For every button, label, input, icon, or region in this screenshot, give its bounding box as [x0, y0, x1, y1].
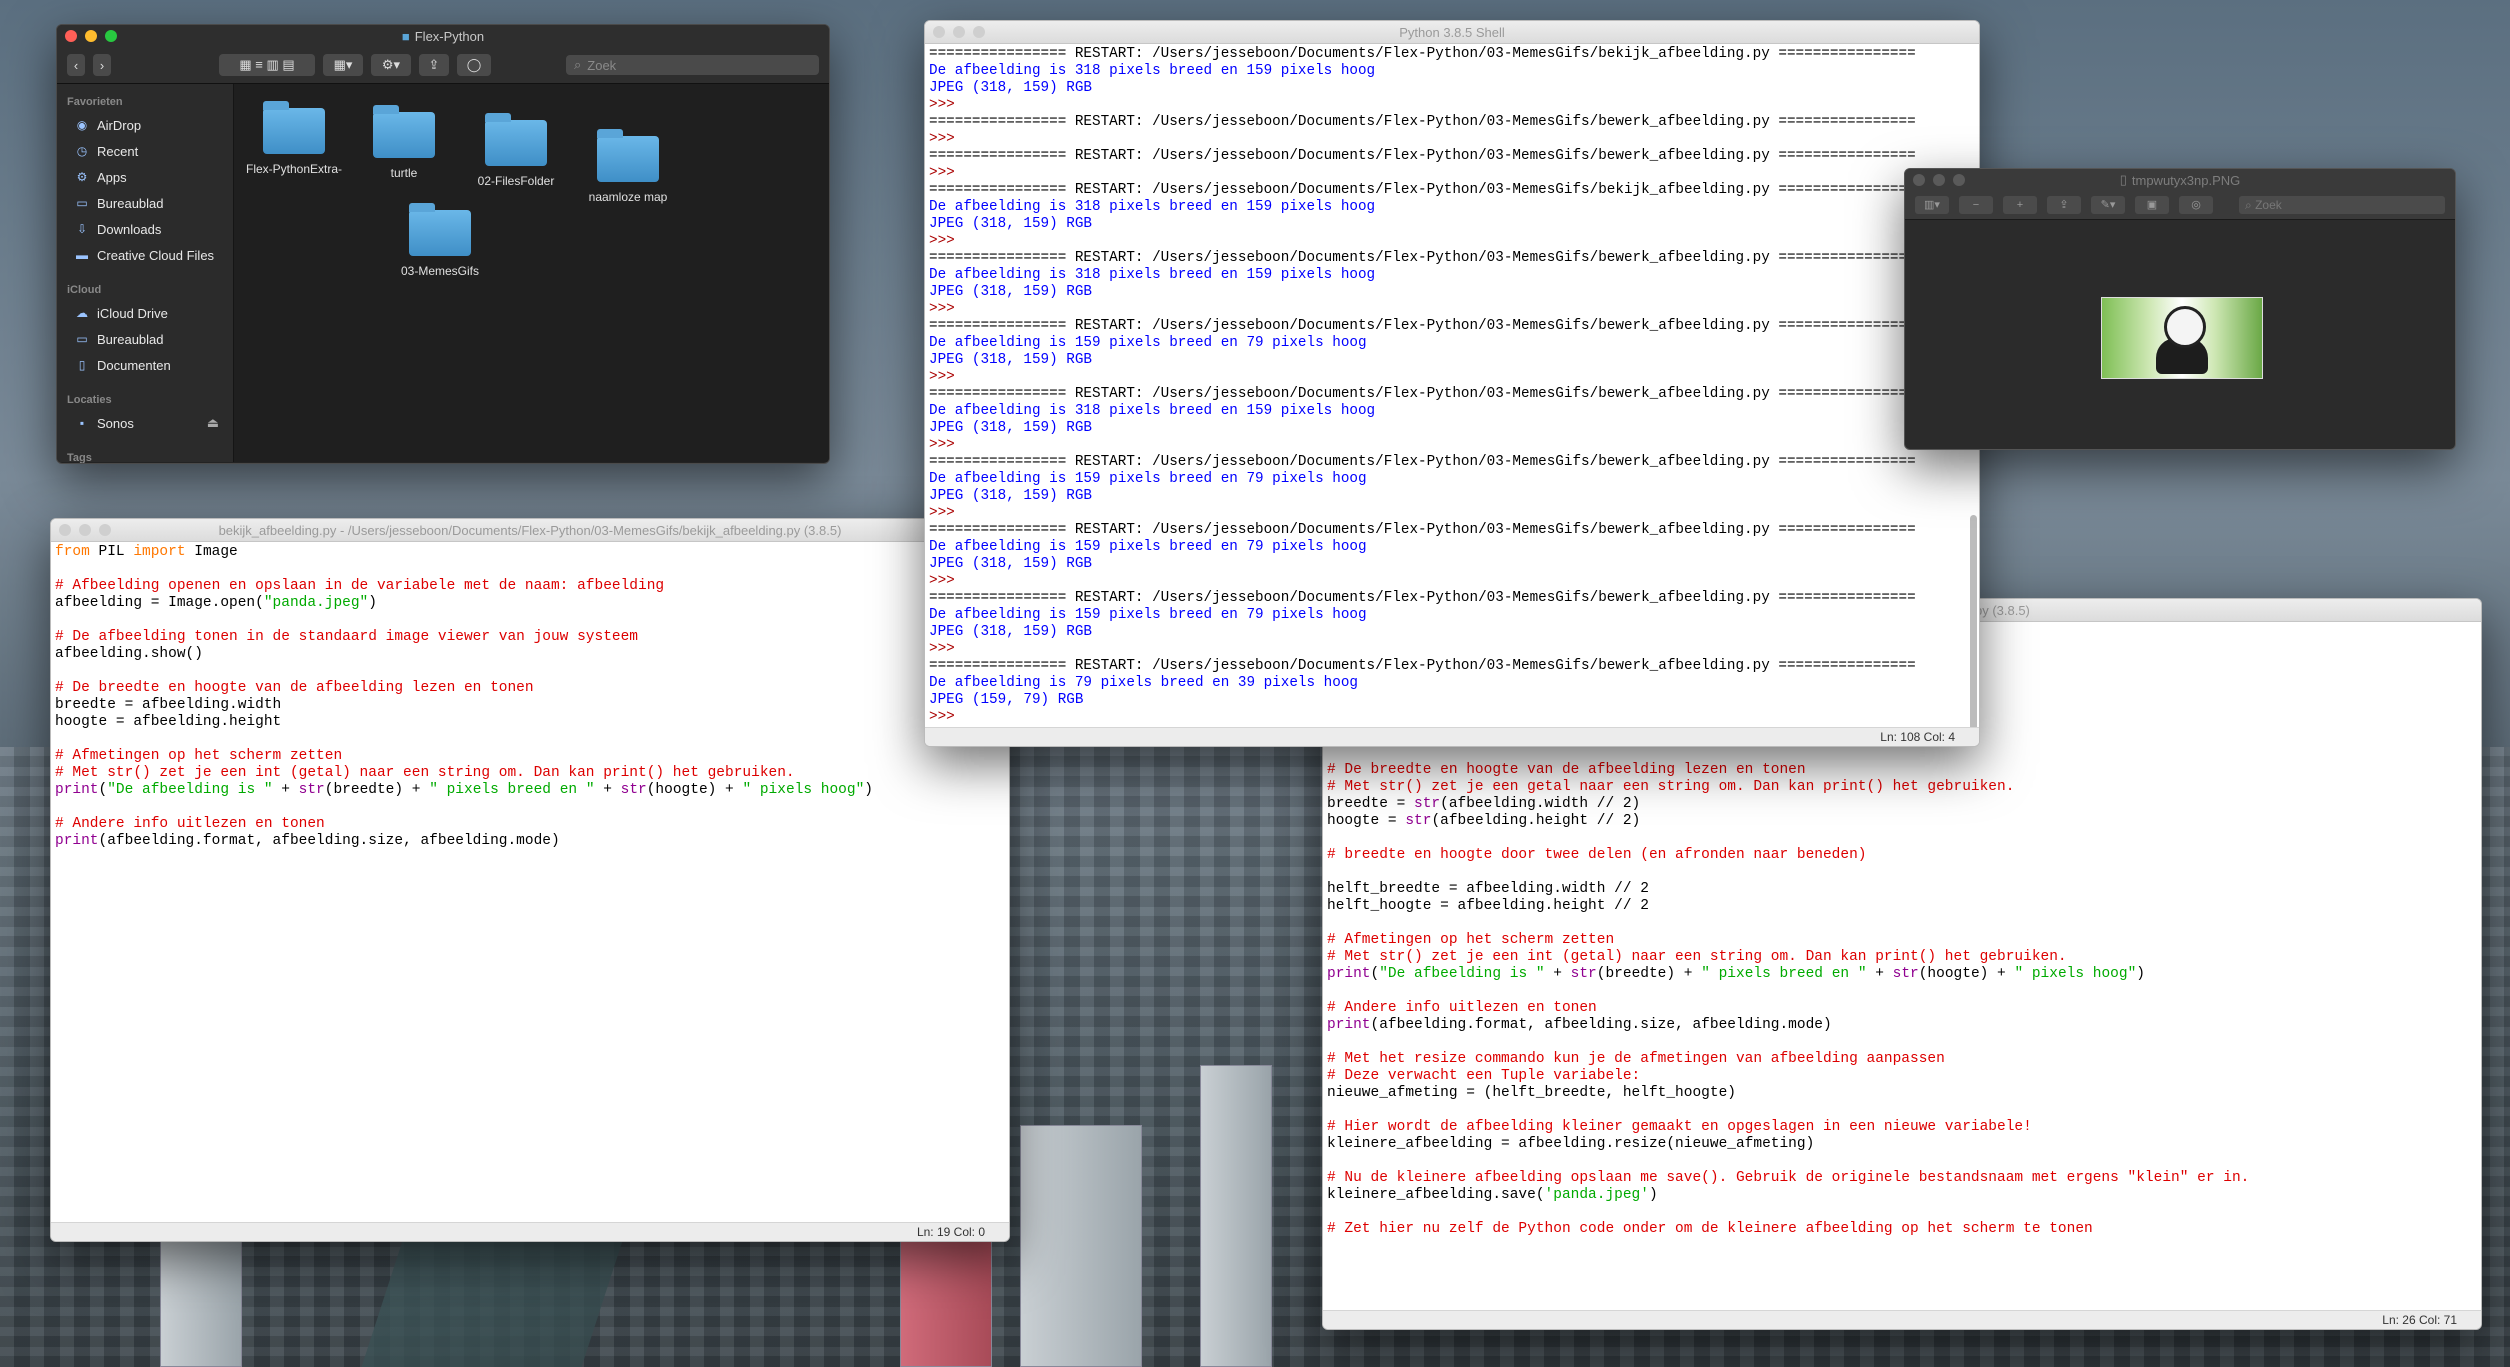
- finder-content: Flex-PythonExtra- turtle 02-FilesFolder …: [234, 84, 829, 462]
- zoom-button[interactable]: [99, 524, 111, 536]
- zoom-out-icon[interactable]: −: [1959, 196, 1993, 214]
- preview-toolbar: ▥▾ − + ⇪ ✎▾ ▣ ◎ ⌕ Zoek: [1905, 191, 2455, 220]
- preview-title: tmpwutyx3np.PNG: [2131, 172, 2241, 188]
- desktop-icon: ▭: [76, 196, 88, 210]
- minimize-button[interactable]: [85, 30, 97, 42]
- sidebar-section-locations: Locaties: [67, 394, 112, 406]
- airdrop-icon: ◉: [76, 118, 88, 132]
- preview-window: ▯ tmpwutyx3np.PNG ▥▾ − + ⇪ ✎▾ ▣ ◎ ⌕ Zoek: [1904, 168, 2456, 450]
- group-button[interactable]: ▦▾: [323, 54, 363, 76]
- share-icon[interactable]: ⇪: [419, 54, 449, 76]
- back-button[interactable]: ‹: [67, 54, 85, 76]
- eject-icon[interactable]: ⏏: [207, 415, 219, 431]
- folder-icon: [409, 203, 471, 256]
- sidebar-item-icloud-desktop[interactable]: ▭ Bureaublad: [57, 326, 233, 352]
- shell-output[interactable]: ================ RESTART: /Users/jessebo…: [925, 44, 1979, 728]
- cloud-icon: ☁: [76, 306, 88, 320]
- disk-icon: ▪: [79, 416, 85, 430]
- code-area[interactable]: from PIL import Image # Afbeelding opene…: [51, 542, 1009, 852]
- close-button[interactable]: [65, 30, 77, 42]
- search-field[interactable]: ⌕ Zoek: [2239, 196, 2445, 214]
- shell-title: Python 3.8.5 Shell: [1399, 24, 1505, 40]
- window-controls: [1913, 174, 1965, 186]
- window-controls: [59, 524, 111, 536]
- editor-title: bekijk_afbeelding.py - /Users/jesseboon/…: [218, 522, 842, 538]
- search-icon: ⌕: [2245, 198, 2256, 212]
- preview-titlebar: ▯ tmpwutyx3np.PNG: [1905, 169, 2455, 191]
- scrollbar-thumb[interactable]: [1970, 515, 1977, 745]
- minimize-button[interactable]: [953, 26, 965, 38]
- folder-icon: [485, 113, 547, 166]
- search-icon: ⌕: [574, 57, 582, 72]
- building: [1200, 1065, 1272, 1367]
- folder-item[interactable]: Flex-PythonExtra-: [234, 101, 354, 176]
- file-icon: ▯: [2119, 172, 2127, 187]
- zoom-button[interactable]: [1953, 174, 1965, 186]
- sidebar-item-creative-cloud[interactable]: ▬ Creative Cloud Files: [57, 242, 233, 268]
- sidebar-section-icloud: iCloud: [67, 284, 102, 296]
- sidebar-toggle-icon[interactable]: ▥▾: [1915, 196, 1949, 214]
- close-button[interactable]: [59, 524, 71, 536]
- finder-titlebar: ■ Flex-Python: [57, 25, 829, 47]
- document-icon: ▯: [78, 358, 86, 372]
- annotate-icon[interactable]: ◎: [2179, 196, 2213, 214]
- editor-titlebar: bekijk_afbeelding.py - /Users/jesseboon/…: [51, 519, 1009, 542]
- minimize-button[interactable]: [79, 524, 91, 536]
- sidebar-item-icloud-drive[interactable]: ☁ iCloud Drive: [57, 300, 233, 326]
- sidebar-item-desktop[interactable]: ▭ Bureaublad: [57, 190, 233, 216]
- building: [900, 1225, 992, 1367]
- folder-icon: [373, 105, 435, 158]
- finder-window: ■ Flex-Python ‹ › ▦ ≡ ▥ ▤ ▦▾ ⚙▾ ⇪ ◯ ⌕ Zo…: [56, 24, 830, 464]
- status-bar: Ln: 108 Col: 4: [925, 727, 1979, 746]
- clock-icon: ◷: [76, 144, 88, 158]
- close-button[interactable]: [1913, 174, 1925, 186]
- desktop-icon: ▭: [76, 332, 88, 346]
- python-shell-window: Python 3.8.5 Shell ================ REST…: [924, 20, 1980, 747]
- apps-icon: ⚙: [76, 170, 88, 184]
- folder-item[interactable]: turtle: [344, 105, 464, 180]
- editor-window-bekijk: bekijk_afbeelding.py - /Users/jesseboon/…: [50, 518, 1010, 1242]
- shell-titlebar: Python 3.8.5 Shell: [925, 21, 1979, 44]
- folder-item[interactable]: 03-MemesGifs: [380, 203, 500, 278]
- finder-title: Flex-Python: [414, 28, 485, 44]
- sidebar-section-tags: Tags: [67, 452, 92, 464]
- close-button[interactable]: [933, 26, 945, 38]
- folder-icon: ▬: [76, 248, 88, 262]
- finder-toolbar: ‹ › ▦ ≡ ▥ ▤ ▦▾ ⚙▾ ⇪ ◯ ⌕ Zoek: [57, 47, 829, 84]
- sidebar-item-sonos[interactable]: ▪ Sonos ⏏: [57, 410, 233, 436]
- forward-button[interactable]: ›: [93, 54, 111, 76]
- finder-sidebar: Favorieten ◉ AirDrop ◷ Recent ⚙ Apps ▭ Burea…: [57, 84, 234, 464]
- folder-icon: [597, 129, 659, 182]
- folder-icon: ■: [401, 28, 410, 44]
- sidebar-item-airdrop[interactable]: ◉ AirDrop: [57, 112, 233, 138]
- panda-image: [2101, 297, 2263, 379]
- sidebar-item-downloads[interactable]: ⇩ Downloads: [57, 216, 233, 242]
- status-bar: Ln: 19 Col: 0: [51, 1222, 1009, 1241]
- search-field[interactable]: ⌕ Zoek: [566, 55, 819, 75]
- minimize-button[interactable]: [1933, 174, 1945, 186]
- folder-icon: [263, 101, 325, 154]
- sidebar-section-favorites: Favorieten: [67, 96, 123, 108]
- zoom-button[interactable]: [973, 26, 985, 38]
- building: [1020, 1125, 1142, 1367]
- markup-icon[interactable]: ✎▾: [2091, 196, 2125, 214]
- tag-icon[interactable]: ◯: [457, 54, 491, 76]
- panda-head: [2164, 306, 2206, 348]
- share-icon[interactable]: ⇪: [2047, 196, 2081, 214]
- sidebar-item-recent[interactable]: ◷ Recent: [57, 138, 233, 164]
- search-placeholder: Zoek: [587, 57, 617, 73]
- lock-icon[interactable]: ▣: [2135, 196, 2169, 214]
- zoom-in-icon[interactable]: +: [2003, 196, 2037, 214]
- sidebar-item-documents[interactable]: ▯ Documenten: [57, 352, 233, 378]
- zoom-button[interactable]: [105, 30, 117, 42]
- gear-icon[interactable]: ⚙▾: [371, 54, 411, 76]
- window-controls: [65, 30, 117, 42]
- download-icon: ⇩: [76, 222, 88, 236]
- window-controls: [933, 26, 985, 38]
- folder-item[interactable]: naamloze map: [568, 129, 688, 204]
- view-mode-buttons[interactable]: ▦ ≡ ▥ ▤: [219, 54, 315, 76]
- folder-item[interactable]: 02-FilesFolder: [456, 113, 576, 188]
- status-bar: Ln: 26 Col: 71: [1323, 1310, 2481, 1329]
- sidebar-item-apps[interactable]: ⚙ Apps: [57, 164, 233, 190]
